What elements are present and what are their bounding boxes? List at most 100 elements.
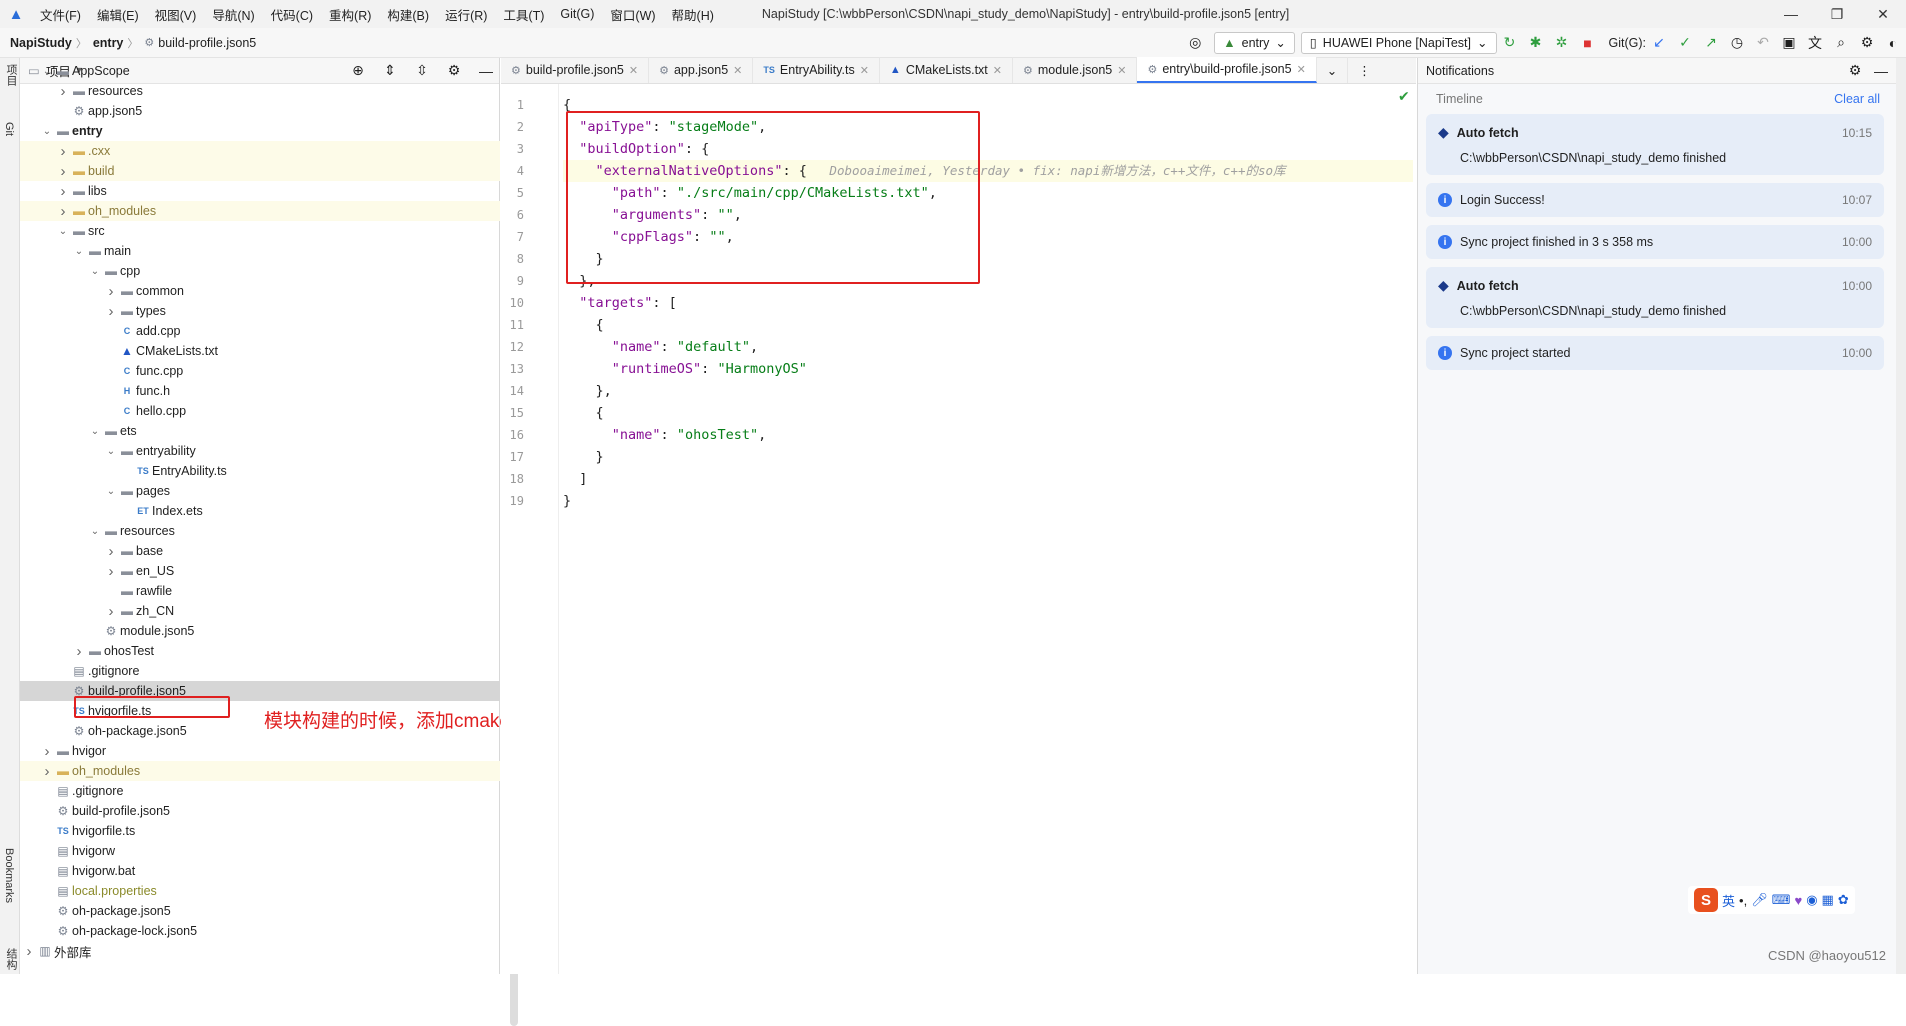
tree-item[interactable]: ▤ hvigorw.bat	[20, 861, 500, 881]
settings-gear-icon[interactable]: ⚙	[1856, 32, 1878, 54]
editor-tab[interactable]: ⚙ module.json5 ✕	[1013, 57, 1138, 83]
code-line[interactable]: },	[563, 380, 1413, 402]
menu-item[interactable]: 窗口(W)	[602, 5, 663, 24]
editor-tab[interactable]: TS EntryAbility.ts ✕	[753, 57, 880, 83]
chevron-right-icon[interactable]: ›	[22, 943, 36, 960]
tree-item[interactable]: › ▬ hvigor	[20, 741, 500, 761]
chevron-right-icon[interactable]: ›	[104, 303, 118, 320]
assistant-icon[interactable]: ◐	[1882, 32, 1904, 54]
microphone-icon[interactable]: 🎤︎	[1751, 892, 1768, 908]
git-commit-icon[interactable]: ✓	[1674, 32, 1696, 54]
toolbox-icon[interactable]: ▦	[1822, 892, 1834, 908]
project-structure-icon[interactable]: ▣	[1778, 32, 1800, 54]
tree-item[interactable]: ▤ .gitignore	[20, 661, 500, 681]
translate-icon[interactable]: 文	[1804, 32, 1826, 54]
close-icon[interactable]: ✕	[860, 64, 869, 77]
chevron-down-icon[interactable]: ⌄	[88, 266, 102, 277]
tool-tab-structure[interactable]: 结构	[3, 948, 19, 970]
tree-item[interactable]: › ▬ base	[20, 541, 500, 561]
editor-tab[interactable]: ⚙ build-profile.json5 ✕	[501, 57, 650, 83]
tree-item[interactable]: › ▬ build	[20, 161, 500, 181]
git-push-icon[interactable]: ↗	[1700, 32, 1722, 54]
code-line[interactable]: }	[563, 490, 1413, 512]
tree-item[interactable]: ⌄ ▬ src	[20, 221, 500, 241]
tree-item[interactable]: › ▬ types	[20, 301, 500, 321]
code-line[interactable]: "targets": [	[563, 292, 1413, 314]
module-selector[interactable]: ▲ entry ⌄	[1214, 31, 1295, 54]
tree-item[interactable]: › ▬ ohosTest	[20, 641, 500, 661]
tree-item[interactable]: › ▬ common	[20, 281, 500, 301]
close-icon[interactable]: ✕	[993, 64, 1002, 77]
tree-item[interactable]: › ▬ oh_modules	[20, 761, 500, 781]
sogou-logo-icon[interactable]: S	[1694, 888, 1718, 912]
ime-lang-toggle[interactable]: 英	[1722, 891, 1735, 910]
editor-tab[interactable]: ▲ CMakeLists.txt ✕	[880, 57, 1013, 83]
debug-icon[interactable]: ✱	[1525, 32, 1547, 54]
tool-tab-project[interactable]: 项目	[3, 64, 19, 86]
menu-item[interactable]: Git(G)	[552, 7, 602, 21]
chevron-down-icon[interactable]: ⌄	[40, 66, 54, 77]
tree-item[interactable]: ⚙ oh-package-lock.json5	[20, 921, 500, 941]
menu-item[interactable]: 运行(R)	[437, 5, 495, 24]
editor-tab[interactable]: ⚙ entry\build-profile.json5 ✕	[1137, 57, 1317, 83]
tree-item[interactable]: › ▬ zh_CN	[20, 601, 500, 621]
chevron-down-icon[interactable]: ⌄	[72, 246, 86, 257]
notification-card[interactable]: ◆ Auto fetch 10:00 C:\wbbPerson\CSDN\napi_s…	[1426, 267, 1884, 328]
tree-item[interactable]: ⌄ ▬ AppScope	[20, 61, 500, 81]
device-selector[interactable]: ▯ HUAWEI Phone [NapiTest] ⌄	[1300, 31, 1497, 54]
chevron-right-icon[interactable]: ›	[40, 743, 54, 760]
chevron-down-icon[interactable]: ⌄	[40, 126, 54, 137]
code-line[interactable]: {	[563, 314, 1413, 336]
target-icon[interactable]: ◎	[1184, 32, 1206, 54]
menu-item[interactable]: 帮助(H)	[664, 5, 722, 24]
tree-item[interactable]: › ▬ resources	[20, 81, 500, 101]
menu-item[interactable]: 代码(C)	[263, 5, 321, 24]
chevron-right-icon[interactable]: ›	[40, 763, 54, 780]
tree-item[interactable]: ▤ hvigorw	[20, 841, 500, 861]
tree-item[interactable]: › ▥ 外部库	[20, 941, 500, 961]
tree-item[interactable]: TS EntryAbility.ts	[20, 461, 500, 481]
chevron-down-icon[interactable]: ⌄	[88, 426, 102, 437]
tree-item[interactable]: ⚙ build-profile.json5	[20, 801, 500, 821]
minimize-icon[interactable]: —	[1768, 0, 1814, 28]
menu-item[interactable]: 构建(B)	[379, 5, 437, 24]
menu-item[interactable]: 导航(N)	[204, 5, 262, 24]
notification-card[interactable]: i Sync project started 10:00	[1426, 336, 1884, 370]
tree-item[interactable]: ⚙ oh-package.json5	[20, 901, 500, 921]
tree-item[interactable]: ▲ CMakeLists.txt	[20, 341, 500, 361]
breadcrumb-project[interactable]: NapiStudy	[0, 36, 76, 50]
menu-item[interactable]: 文件(F)	[32, 5, 89, 24]
tree-item[interactable]: ⚙ app.json5	[20, 101, 500, 121]
tree-item[interactable]: › ▬ libs	[20, 181, 500, 201]
notification-card[interactable]: i Sync project finished in 3 s 358 ms 10:0…	[1426, 225, 1884, 259]
code-line[interactable]: "name": "ohosTest",	[563, 424, 1413, 446]
close-icon[interactable]: ✕	[733, 64, 742, 77]
chevron-right-icon[interactable]: ›	[56, 183, 70, 200]
clear-all-link[interactable]: Clear all	[1834, 92, 1880, 106]
tree-item[interactable]: Cfunc.cpp	[20, 361, 500, 381]
menu-item[interactable]: 重构(R)	[321, 5, 379, 24]
tree-item[interactable]: Cadd.cpp	[20, 321, 500, 341]
code-line[interactable]: }	[563, 446, 1413, 468]
rerun-icon[interactable]: ↻	[1499, 32, 1521, 54]
notification-card[interactable]: ◆ Auto fetch 10:15 C:\wbbPerson\CSDN\napi_s…	[1426, 114, 1884, 175]
tree-item[interactable]: ⌄ ▬ ets	[20, 421, 500, 441]
chevron-right-icon[interactable]: ›	[104, 563, 118, 580]
menu-item[interactable]: 工具(T)	[495, 5, 552, 24]
settings-gear-icon[interactable]: ✿	[1838, 892, 1849, 908]
close-icon[interactable]: ✕	[1860, 0, 1906, 28]
close-icon[interactable]: ✕	[1117, 64, 1126, 77]
chevron-right-icon[interactable]: ›	[104, 283, 118, 300]
breadcrumb-module[interactable]: entry	[87, 36, 128, 50]
close-icon[interactable]: ✕	[629, 64, 638, 77]
chevron-down-icon[interactable]: ⌄	[104, 446, 118, 457]
code-line[interactable]: "name": "default",	[563, 336, 1413, 358]
tool-tab-git[interactable]: Git	[3, 122, 15, 136]
tree-item[interactable]: ⚙ module.json5	[20, 621, 500, 641]
menu-item[interactable]: 编辑(E)	[89, 5, 147, 24]
chevron-down-icon[interactable]: ⌄	[88, 526, 102, 537]
tool-tab-bookmarks[interactable]: Bookmarks	[3, 848, 15, 903]
chevron-right-icon[interactable]: ›	[56, 143, 70, 160]
search-icon[interactable]: ⌕	[1830, 32, 1852, 54]
code-line[interactable]: {	[563, 402, 1413, 424]
